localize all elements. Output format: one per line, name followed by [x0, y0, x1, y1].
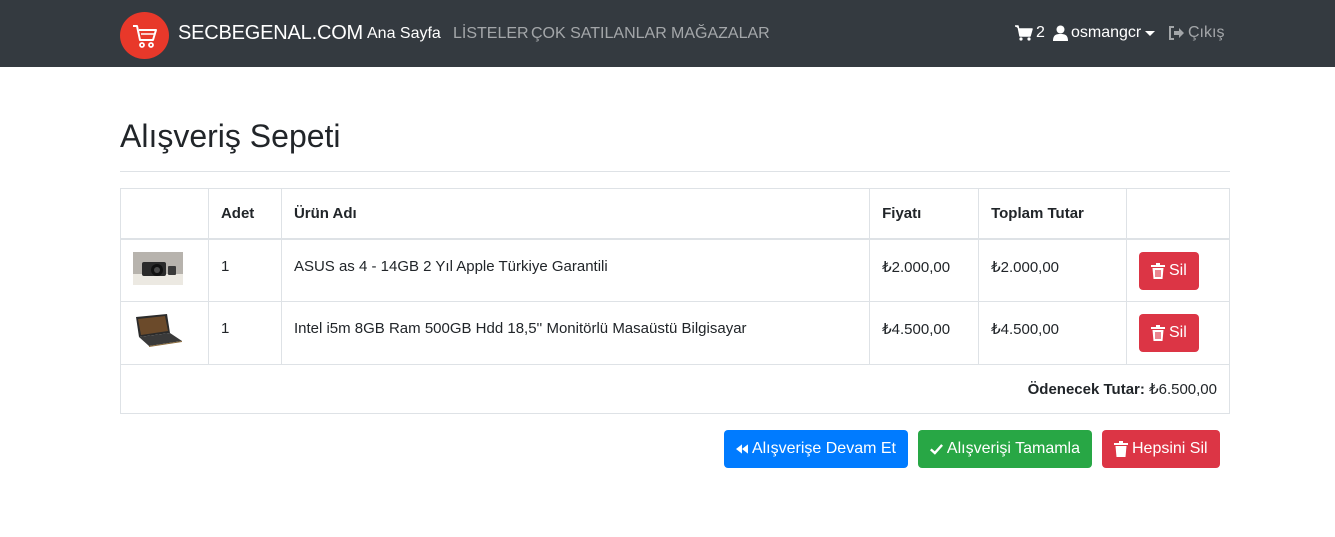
total-cell: ₺2.000,00	[978, 238, 1127, 302]
complete-order-button[interactable]: Alışverişi Tamamla	[918, 430, 1092, 468]
delete-item-button[interactable]: Sil	[1139, 314, 1199, 352]
username: osmangcr	[1071, 24, 1142, 41]
complete-order-label: Alışverişi Tamamla	[946, 440, 1080, 457]
shopping-cart-icon	[133, 25, 157, 48]
continue-shopping-label: Alışverişe Devam Et	[751, 440, 896, 457]
column-header-price: Fiyatı	[869, 188, 980, 240]
nav-link-stores[interactable]: MAĞAZALAR	[671, 25, 770, 43]
table-header-row: Adet Ürün Adı Fiyatı Toplam Tutar	[120, 188, 1230, 240]
column-header-qty: Adet	[207, 188, 282, 240]
cart-link[interactable]: 2	[1015, 24, 1045, 42]
clear-cart-label: Hepsini Sil	[1132, 440, 1208, 457]
page-title: Alışveriş Sepeti	[120, 118, 341, 154]
continue-shopping-button[interactable]: Alışverişe Devam Et	[724, 430, 908, 468]
user-dropdown[interactable]: osmangcr	[1053, 24, 1156, 42]
user-icon	[1053, 25, 1068, 41]
grand-total-row: Ödenecek Tutar: ₺6.500,00	[120, 364, 1230, 414]
sign-out-icon	[1169, 26, 1184, 40]
grand-total-value: ₺6.500,00	[1149, 381, 1217, 398]
logout-label: Çıkış	[1188, 24, 1225, 41]
price-cell: ₺4.500,00	[869, 301, 980, 365]
divider	[120, 171, 1230, 172]
brand-logo[interactable]	[120, 12, 169, 59]
nav-link-lists[interactable]: LİSTELER	[453, 25, 529, 43]
price-cell: ₺2.000,00	[869, 238, 980, 302]
trash-icon	[1114, 441, 1128, 457]
top-navbar: SECBEGENAL.COM Ana Sayfa LİSTELER ÇOK SA…	[0, 0, 1335, 67]
delete-label: Sil	[1169, 261, 1187, 279]
nav-link-home[interactable]: Ana Sayfa	[367, 25, 441, 43]
product-name-cell[interactable]: Intel i5m 8GB Ram 500GB Hdd 18,5'' Monit…	[280, 301, 871, 365]
brand-name[interactable]: SECBEGENAL.COM	[178, 22, 363, 45]
trash-icon	[1151, 325, 1165, 341]
total-cell: ₺4.500,00	[978, 301, 1127, 365]
qty-cell: 1	[207, 301, 282, 365]
cart-count: 2	[1036, 24, 1045, 41]
shopping-cart-icon	[1015, 25, 1033, 41]
product-image-cell	[120, 238, 209, 302]
logout-link[interactable]: Çıkış	[1168, 24, 1224, 42]
column-header-product-name: Ürün Adı	[280, 188, 871, 240]
nav-link-bestsellers[interactable]: ÇOK SATILANLAR	[531, 25, 667, 43]
clear-cart-button[interactable]: Hepsini Sil	[1102, 430, 1220, 468]
grand-total-cell: Ödenecek Tutar: ₺6.500,00	[120, 364, 1230, 414]
column-header-actions	[1126, 188, 1230, 240]
product-image-cell	[120, 301, 209, 365]
cart-table: Adet Ürün Adı Fiyatı Toplam Tutar 1 ASUS…	[120, 188, 1230, 414]
delete-label: Sil	[1169, 324, 1187, 341]
column-header-image	[120, 188, 209, 240]
table-row: 1 ASUS as 4 - 14GB 2 Yıl Apple Türkiye G…	[120, 238, 1230, 302]
qty-cell: 1	[207, 238, 282, 302]
backward-icon	[736, 444, 748, 454]
caret-down-icon	[1145, 30, 1156, 36]
check-icon	[930, 444, 943, 455]
grand-total-label: Ödenecek Tutar:	[1027, 381, 1145, 398]
product-name-cell[interactable]: ASUS as 4 - 14GB 2 Yıl Apple Türkiye Gar…	[280, 238, 871, 302]
camera-thumbnail[interactable]	[133, 251, 183, 285]
table-row: 1 Intel i5m 8GB Ram 500GB Hdd 18,5'' Mon…	[120, 301, 1230, 365]
delete-item-button[interactable]: Sil	[1139, 251, 1199, 290]
laptop-thumbnail[interactable]	[133, 314, 183, 347]
action-cell: Sil	[1126, 238, 1230, 302]
trash-icon	[1151, 262, 1165, 279]
column-header-total: Toplam Tutar	[978, 188, 1127, 240]
action-cell: Sil	[1126, 301, 1230, 365]
